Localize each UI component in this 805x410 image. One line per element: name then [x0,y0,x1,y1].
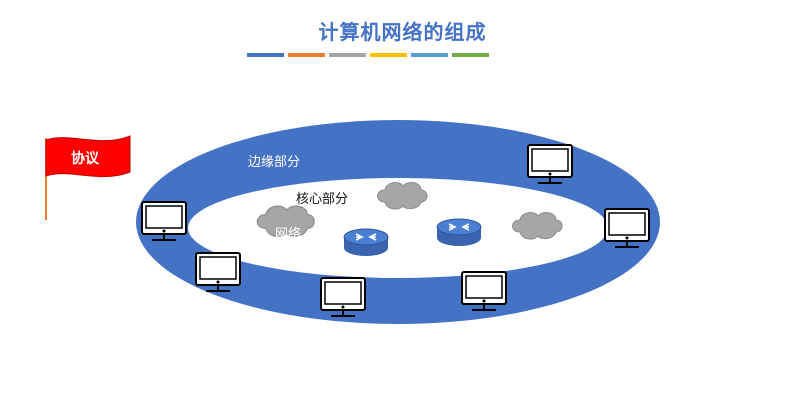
protocol-flag: 协议 [45,135,131,220]
computer-icon [195,252,241,292]
computer-icon [320,277,366,317]
computer-icon [141,201,187,241]
computer-icon [527,144,573,184]
computer-icon [461,271,507,311]
router-icon [436,218,482,247]
computer-icon [604,208,650,248]
network-diagram: 边缘部分 核心部分 网络 协议 [45,120,660,324]
protocol-label: 协议 [71,150,100,167]
router-icon [343,228,389,257]
core-label: 核心部分 [296,192,348,207]
edge-label: 边缘部分 [248,155,300,170]
network-label: 网络 [275,226,301,242]
